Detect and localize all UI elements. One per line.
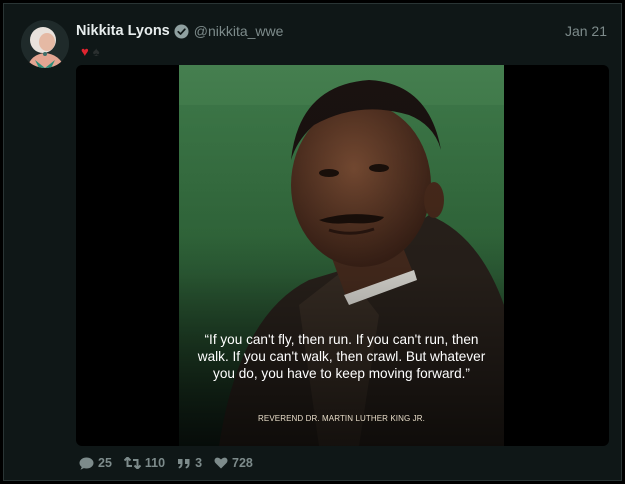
quote-tweet-button[interactable]: 3 <box>177 456 202 470</box>
user-handle[interactable]: @nikkita_wwe <box>194 23 284 39</box>
like-count: 728 <box>232 456 253 470</box>
tweet-date[interactable]: Jan 21 <box>565 23 607 39</box>
reply-button[interactable]: 25 <box>79 456 112 470</box>
tweet-media[interactable]: “If you can't fly, then run. If you can'… <box>76 65 609 446</box>
portrait-illustration <box>179 65 504 446</box>
quote-text: “If you can't fly, then run. If you can'… <box>197 332 486 381</box>
quote-count: 3 <box>195 456 203 470</box>
tweet-header: Nikkita Lyons @nikkita_wwe Jan 21 <box>76 20 607 42</box>
reply-count: 25 <box>98 456 112 470</box>
retweet-button[interactable]: 110 <box>123 456 166 470</box>
reply-bubble-icon <box>79 457 94 470</box>
quote-image: “If you can't fly, then run. If you can'… <box>179 65 504 446</box>
bio-emojis: ♥ ♠ <box>81 45 100 59</box>
verified-badge-icon <box>174 23 189 39</box>
avatar[interactable] <box>21 20 69 68</box>
like-button[interactable]: 728 <box>214 456 253 470</box>
quote-attribution: REVEREND DR. MARTIN LUTHER KING JR. <box>258 414 425 423</box>
retweet-icon <box>123 457 141 469</box>
tweet-card: Nikkita Lyons @nikkita_wwe Jan 21 ♥ ♠ “I… <box>3 3 622 481</box>
heart-icon <box>214 457 228 469</box>
quote-icon <box>178 458 190 468</box>
retweet-count: 110 <box>144 456 166 470</box>
display-name[interactable]: Nikkita Lyons <box>76 23 170 39</box>
spade-emoji-icon: ♠ <box>92 44 100 59</box>
heart-emoji-icon: ♥ <box>81 44 89 59</box>
tweet-actions: 25 110 3 728 <box>79 456 265 470</box>
